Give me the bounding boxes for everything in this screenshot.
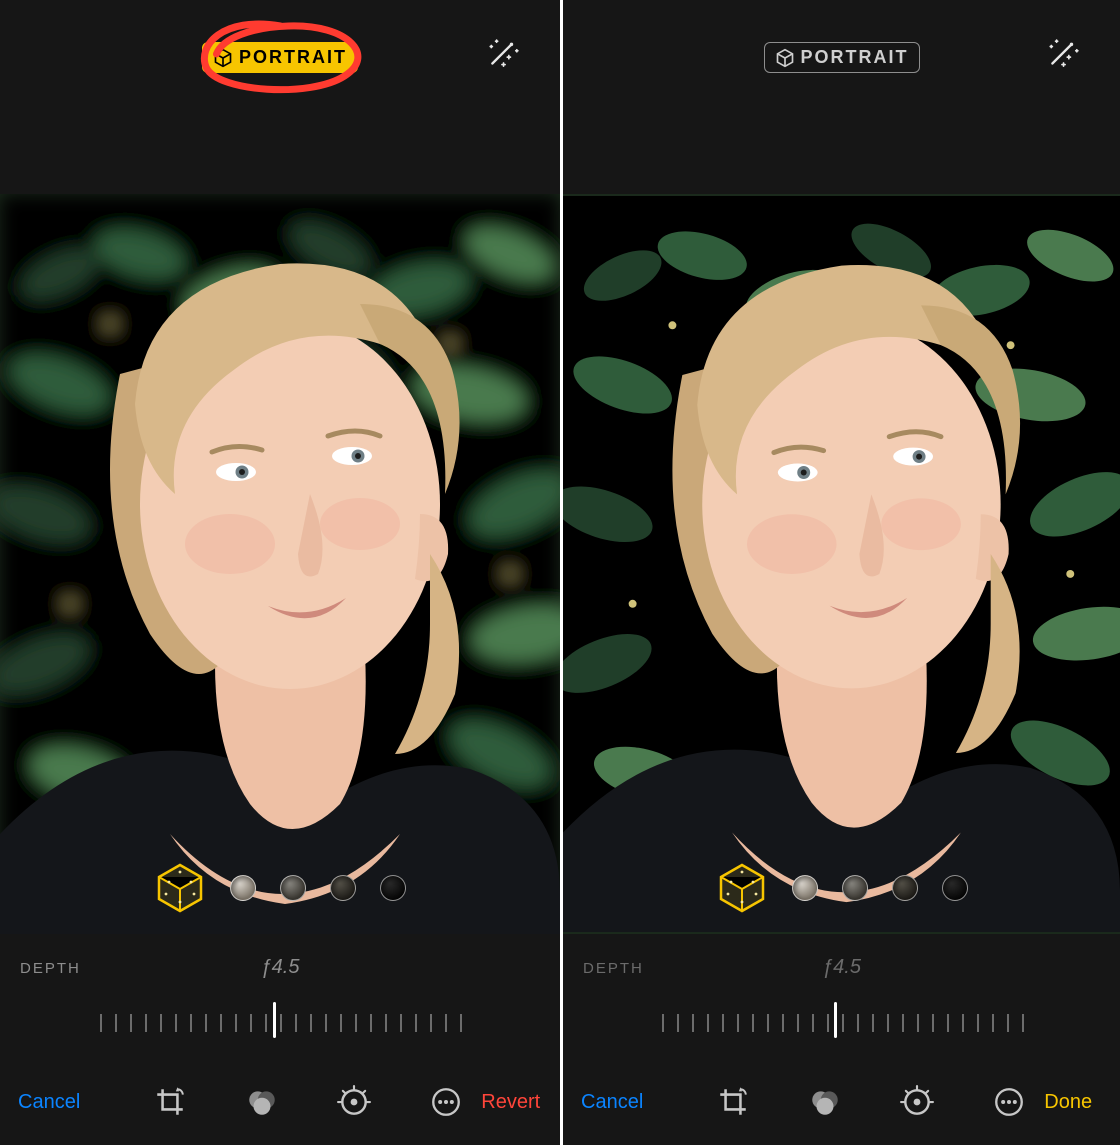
done-button[interactable]: Done [1026,1091,1120,1114]
lighting-contour-icon[interactable] [280,875,306,901]
crop-button[interactable] [153,1085,187,1119]
lighting-natural-icon[interactable] [154,862,206,914]
lighting-studio-icon[interactable] [792,875,818,901]
more-button[interactable] [429,1085,463,1119]
depth-control: DEPTH ƒ4.5 [0,934,560,1059]
bottom-toolbar: Cancel Done [563,1059,1120,1145]
portrait-label: PORTRAIT [239,47,347,68]
lighting-stage-mono-icon[interactable] [942,875,968,901]
portrait-lighting-picker[interactable] [563,862,1120,914]
top-bar: PORTRAIT [563,0,1120,194]
portrait-mode-toggle[interactable]: PORTRAIT [202,42,358,73]
cube-icon [775,48,795,68]
portrait-label: PORTRAIT [801,47,909,68]
depth-slider[interactable] [662,996,1022,1038]
depth-slider[interactable] [100,996,460,1038]
editor-left-portrait-on: PORTRAIT [0,0,560,1145]
lighting-stage-icon[interactable] [892,875,918,901]
auto-enhance-button[interactable] [1046,38,1080,72]
depth-label: DEPTH [583,960,644,977]
lighting-studio-icon[interactable] [230,875,256,901]
adjust-button[interactable] [337,1085,371,1119]
lighting-natural-icon[interactable] [716,862,768,914]
lighting-stage-mono-icon[interactable] [380,875,406,901]
crop-button[interactable] [716,1085,750,1119]
cube-icon [213,48,233,68]
filters-button[interactable] [808,1085,842,1119]
more-button[interactable] [992,1085,1026,1119]
photo-preview[interactable] [0,194,560,934]
aperture-value: ƒ4.5 [822,956,861,979]
cancel-button[interactable]: Cancel [563,1091,661,1114]
lighting-stage-icon[interactable] [330,875,356,901]
revert-button[interactable]: Revert [463,1091,560,1114]
cancel-button[interactable]: Cancel [0,1091,98,1114]
adjust-button[interactable] [900,1085,934,1119]
depth-label: DEPTH [20,960,81,977]
top-bar: PORTRAIT [0,0,560,194]
photo-preview[interactable] [563,194,1120,934]
portrait-mode-toggle[interactable]: PORTRAIT [764,42,920,73]
depth-control: DEPTH ƒ4.5 [563,934,1120,1059]
aperture-value: ƒ4.5 [261,956,300,979]
auto-enhance-button[interactable] [486,38,520,72]
filters-button[interactable] [245,1085,279,1119]
bottom-toolbar: Cancel Revert [0,1059,560,1145]
lighting-contour-icon[interactable] [842,875,868,901]
portrait-lighting-picker[interactable] [0,862,560,914]
editor-right-portrait-off: PORTRAIT DEPTH ƒ4.5 [560,0,1120,1145]
